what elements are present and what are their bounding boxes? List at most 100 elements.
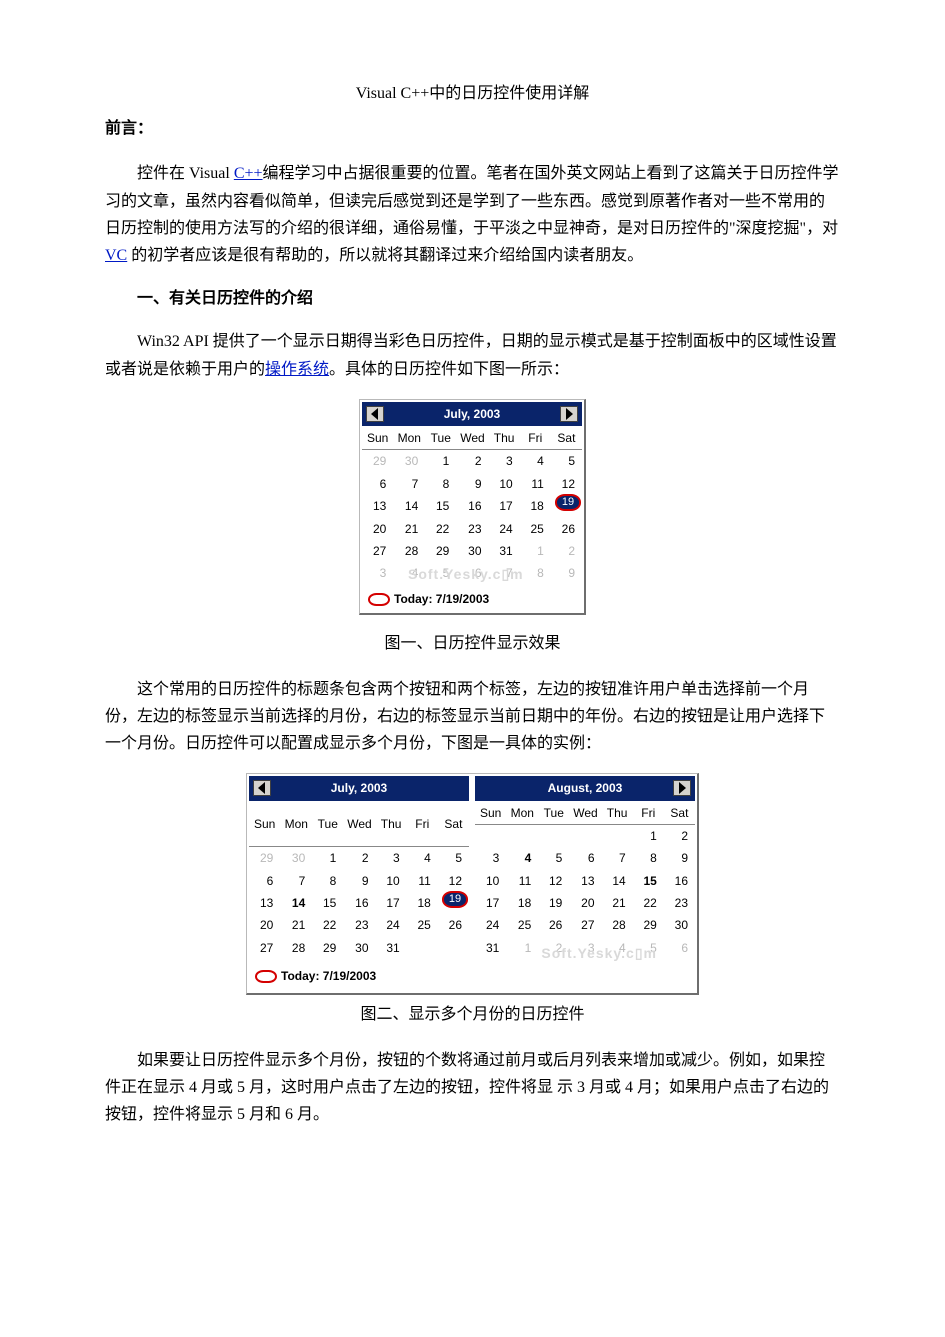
calendar-day[interactable]: 16	[456, 495, 488, 517]
calendar-day[interactable]: 18	[407, 892, 438, 914]
calendar-day[interactable]: 6	[362, 473, 393, 495]
link-cpp[interactable]: C++	[234, 165, 263, 182]
prev-month-button[interactable]	[366, 406, 384, 422]
calendar-day[interactable]: 6	[569, 847, 601, 869]
calendar-day[interactable]: 8	[425, 473, 456, 495]
calendar-day[interactable]: 12	[551, 473, 582, 495]
calendar-day[interactable]: 20	[362, 518, 393, 540]
calendar-day[interactable]: 2	[456, 450, 488, 473]
calendar-day[interactable]: 13	[362, 495, 393, 517]
calendar-day[interactable]: 12	[438, 870, 469, 892]
calendar-day[interactable]: 3	[489, 450, 520, 473]
calendar-day[interactable]: 26	[551, 518, 582, 540]
calendar-day[interactable]: 29	[425, 540, 456, 562]
calendar-day[interactable]: 7	[280, 870, 312, 892]
calendar-day[interactable]: 13	[569, 870, 601, 892]
calendar-day[interactable]: 15	[425, 495, 456, 517]
calendar-day[interactable]: 7	[602, 847, 633, 869]
calendar-day[interactable]: 19	[538, 892, 569, 914]
calendar-day[interactable]: 1	[425, 450, 456, 473]
calendar-day[interactable]: 10	[475, 870, 506, 892]
prev-month-button[interactable]	[253, 780, 271, 796]
calendar-day[interactable]: 5	[538, 847, 569, 869]
calendar-day[interactable]: 4	[506, 847, 538, 869]
calendar-day[interactable]: 8	[633, 847, 664, 869]
link-os[interactable]: 操作系统	[265, 361, 329, 378]
calendar-day[interactable]: 9	[343, 870, 375, 892]
calendar-day[interactable]: 23	[664, 892, 695, 914]
calendar-day[interactable]: 26	[438, 914, 469, 936]
calendar-day[interactable]: 4	[520, 450, 551, 473]
calendar-day[interactable]: 12	[538, 870, 569, 892]
calendar-day[interactable]: 15	[633, 870, 664, 892]
calendar-day[interactable]: 3	[475, 847, 506, 869]
calendar-day[interactable]: 24	[489, 518, 520, 540]
calendar-day[interactable]: 22	[312, 914, 343, 936]
calendar-day[interactable]: 21	[602, 892, 633, 914]
calendar-day[interactable]: 30	[343, 937, 375, 959]
calendar-day[interactable]: 27	[362, 540, 393, 562]
calendar-day[interactable]: 3	[376, 847, 407, 870]
calendar-day[interactable]: 31	[376, 937, 407, 959]
calendar-day[interactable]: 7	[393, 473, 425, 495]
link-vc[interactable]: VC	[105, 247, 127, 264]
calendar-day[interactable]: 9	[664, 847, 695, 869]
calendar-day[interactable]: 23	[456, 518, 488, 540]
calendar-day[interactable]: 21	[393, 518, 425, 540]
calendar-day[interactable]: 14	[393, 495, 425, 517]
calendar-day[interactable]: 4	[407, 847, 438, 870]
calendar-day[interactable]: 20	[569, 892, 601, 914]
calendar-day[interactable]: 26	[538, 914, 569, 936]
calendar-day[interactable]: 8	[312, 870, 343, 892]
calendar-day[interactable]: 24	[475, 914, 506, 936]
calendar-day[interactable]: 25	[520, 518, 551, 540]
calendar-day[interactable]: 27	[249, 937, 280, 959]
calendar-day[interactable]: 20	[249, 914, 280, 936]
calendar-day[interactable]: 29	[312, 937, 343, 959]
calendar-day[interactable]: 17	[489, 495, 520, 517]
calendar-day[interactable]: 6	[249, 870, 280, 892]
calendar-day[interactable]: 11	[407, 870, 438, 892]
calendar-day[interactable]: 5	[551, 450, 582, 473]
calendar-day[interactable]: 1	[633, 824, 664, 847]
calendar-day[interactable]: 2	[664, 824, 695, 847]
calendar-day[interactable]: 28	[602, 914, 633, 936]
calendar-day[interactable]: 27	[569, 914, 601, 936]
calendar-day-today[interactable]: 19	[551, 495, 582, 517]
calendar-day[interactable]: 22	[425, 518, 456, 540]
calendar-day[interactable]: 16	[664, 870, 695, 892]
calendar-day[interactable]: 9	[456, 473, 488, 495]
calendar-day[interactable]: 22	[633, 892, 664, 914]
calendar-day[interactable]: 13	[249, 892, 280, 914]
calendar-day[interactable]: 23	[343, 914, 375, 936]
calendar-day[interactable]: 25	[407, 914, 438, 936]
calendar-day[interactable]: 2	[343, 847, 375, 870]
calendar-day[interactable]: 30	[664, 914, 695, 936]
calendar-day[interactable]: 5	[438, 847, 469, 870]
calendar-day[interactable]: 17	[376, 892, 407, 914]
next-month-button[interactable]	[673, 780, 691, 796]
calendar-day[interactable]: 31	[489, 540, 520, 562]
calendar-day[interactable]: 28	[393, 540, 425, 562]
calendar-day[interactable]: 17	[475, 892, 506, 914]
calendar-day[interactable]: 31	[475, 937, 506, 959]
calendar-day[interactable]: 29	[633, 914, 664, 936]
calendar-day[interactable]: 14	[602, 870, 633, 892]
calendar-day[interactable]: 21	[280, 914, 312, 936]
calendar-day[interactable]: 30	[456, 540, 488, 562]
calendar-day[interactable]: 11	[520, 473, 551, 495]
calendar-day-today[interactable]: 19	[438, 892, 469, 914]
calendar-day[interactable]: 1	[312, 847, 343, 870]
calendar-day[interactable]: 18	[506, 892, 538, 914]
next-month-button[interactable]	[560, 406, 578, 422]
calendar-day[interactable]: 16	[343, 892, 375, 914]
calendar-day[interactable]: 11	[506, 870, 538, 892]
calendar-day[interactable]: 24	[376, 914, 407, 936]
calendar-day[interactable]: 14	[280, 892, 312, 914]
calendar-day[interactable]: 18	[520, 495, 551, 517]
calendar-day[interactable]: 28	[280, 937, 312, 959]
calendar-day[interactable]: 15	[312, 892, 343, 914]
calendar-day[interactable]: 10	[376, 870, 407, 892]
calendar-day[interactable]: 10	[489, 473, 520, 495]
calendar-day[interactable]: 25	[506, 914, 538, 936]
